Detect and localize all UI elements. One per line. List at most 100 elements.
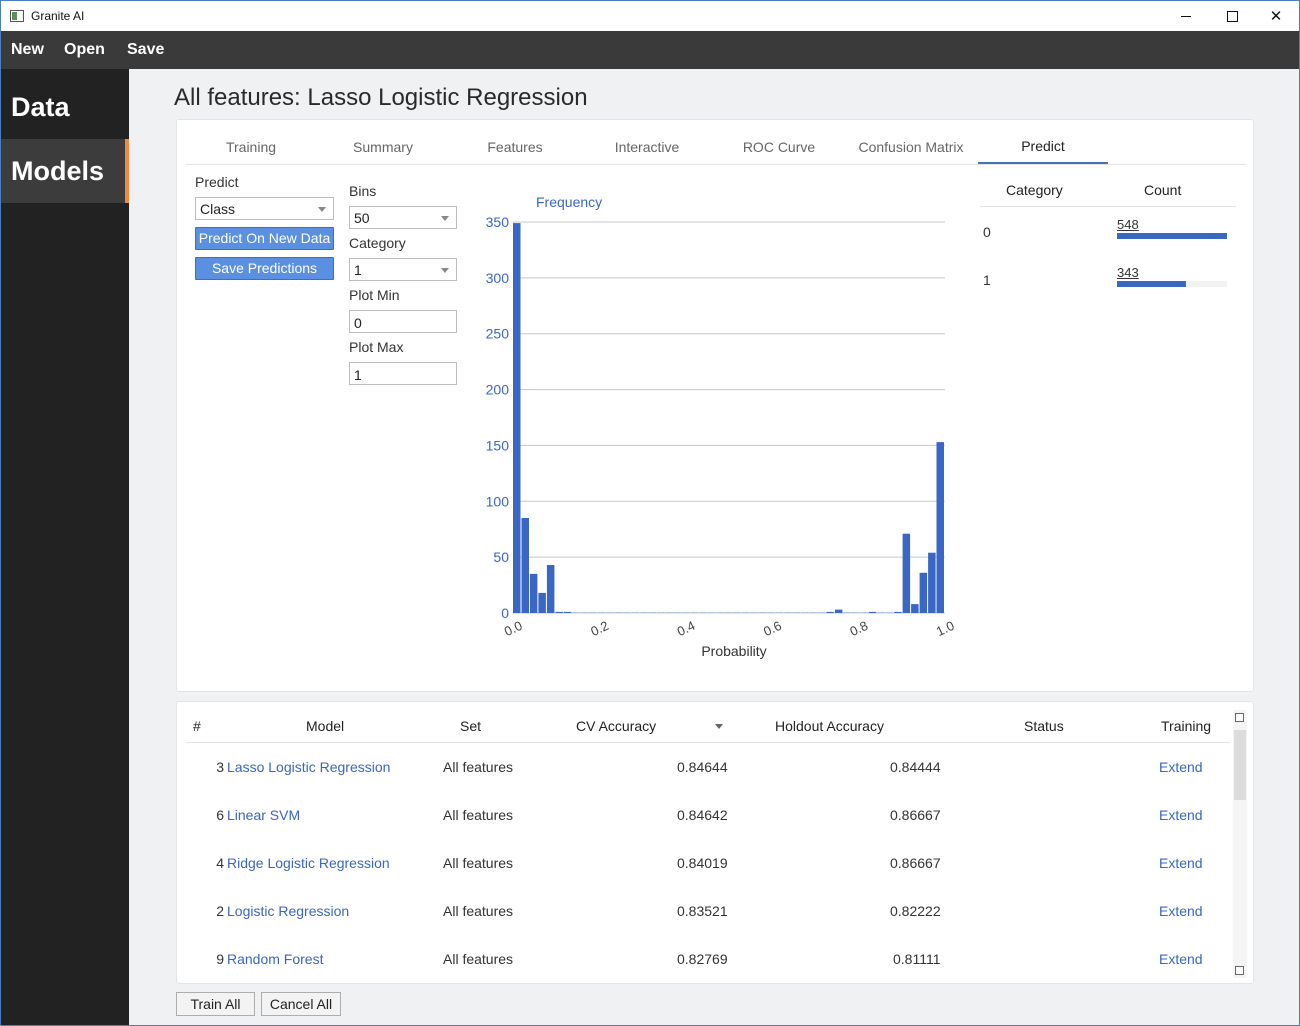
- histogram-bar: [538, 592, 546, 613]
- chart-bars: [513, 223, 944, 613]
- page-title: All features: Lasso Logistic Regression: [174, 84, 588, 111]
- histogram-bar: [733, 612, 741, 613]
- extend-link[interactable]: Extend: [1159, 759, 1203, 775]
- col-header-num[interactable]: #: [193, 718, 201, 734]
- bins-select[interactable]: 50: [349, 206, 457, 229]
- col-header-training[interactable]: Training: [1161, 718, 1211, 734]
- y-tick-label: 250: [486, 326, 510, 342]
- minimize-button[interactable]: [1163, 1, 1209, 31]
- row-holdout-accuracy: 0.84444: [890, 759, 941, 775]
- col-header-holdout-accuracy[interactable]: Holdout Accuracy: [775, 718, 884, 734]
- counts-divider: [980, 206, 1236, 207]
- row-set: All features: [443, 903, 514, 919]
- sidebar-item-data[interactable]: Data: [1, 75, 129, 139]
- plot-max-label: Plot Max: [349, 339, 404, 355]
- row-cv-accuracy: 0.83521: [677, 903, 728, 919]
- histogram-bar: [699, 612, 707, 613]
- histogram-bar: [707, 612, 716, 613]
- category-select[interactable]: 1: [349, 258, 457, 281]
- histogram-bar: [716, 612, 724, 613]
- menu-bar: New Open Save: [1, 31, 1299, 69]
- tab-roc-curve[interactable]: ROC Curve: [714, 139, 844, 155]
- extend-link[interactable]: Extend: [1159, 855, 1203, 871]
- table-row[interactable]: 2 Logistic Regression All features 0.835…: [177, 903, 1231, 951]
- predict-label: Predict: [195, 174, 239, 190]
- model-link[interactable]: Logistic Regression: [227, 903, 349, 919]
- scroll-down-icon[interactable]: [1235, 966, 1244, 975]
- histogram-bar: [580, 612, 589, 613]
- row-cv-accuracy: 0.84644: [677, 759, 728, 775]
- extend-link[interactable]: Extend: [1159, 807, 1203, 823]
- tab-interactive[interactable]: Interactive: [582, 139, 712, 155]
- menu-save[interactable]: Save: [127, 41, 164, 59]
- count-bar-1: [1117, 281, 1227, 287]
- histogram-bar: [572, 612, 580, 613]
- extend-link[interactable]: Extend: [1159, 951, 1203, 967]
- tab-confusion-matrix[interactable]: Confusion Matrix: [846, 139, 976, 155]
- sort-descending-icon[interactable]: [715, 724, 723, 729]
- table-row[interactable]: 3 Lasso Logistic Regression All features…: [177, 759, 1231, 807]
- app-window: Granite AI ✕ New Open Save Data Models A…: [0, 0, 1300, 1026]
- histogram-bar: [606, 612, 614, 613]
- x-tick-label: 0.0: [502, 618, 525, 639]
- col-header-set[interactable]: Set: [460, 718, 481, 734]
- menu-new[interactable]: New: [11, 41, 44, 59]
- close-button[interactable]: ✕: [1253, 1, 1299, 31]
- model-detail-card: Training Summary Features Interactive RO…: [176, 119, 1254, 692]
- table-scrollbar[interactable]: [1233, 710, 1247, 978]
- x-tick-label: 0.2: [588, 618, 611, 639]
- histogram-bar: [860, 612, 868, 613]
- row-set: All features: [443, 855, 514, 871]
- tab-predict[interactable]: Predict: [978, 138, 1108, 154]
- extend-link[interactable]: Extend: [1159, 903, 1203, 919]
- count-value-0: 548: [1117, 217, 1139, 232]
- histogram-bar: [834, 609, 843, 613]
- histogram-bar: [597, 612, 606, 613]
- histogram-bar: [784, 612, 792, 613]
- plot-max-input[interactable]: [349, 362, 457, 385]
- model-link[interactable]: Lasso Logistic Regression: [227, 759, 390, 775]
- sidebar-item-models[interactable]: Models: [1, 139, 129, 203]
- maximize-button[interactable]: [1209, 1, 1255, 31]
- title-bar: Granite AI ✕: [1, 1, 1299, 31]
- histogram-bar: [648, 612, 656, 613]
- close-icon: ✕: [1269, 8, 1283, 25]
- predict-select[interactable]: Class: [195, 197, 334, 220]
- histogram-bar: [902, 533, 911, 613]
- col-header-cv-accuracy[interactable]: CV Accuracy: [576, 718, 656, 734]
- model-link[interactable]: Linear SVM: [227, 807, 300, 823]
- row-holdout-accuracy: 0.82222: [890, 903, 941, 919]
- train-all-button[interactable]: Train All: [176, 992, 255, 1016]
- scrollbar-thumb[interactable]: [1234, 730, 1246, 800]
- row-num: 2: [216, 903, 224, 919]
- col-header-status[interactable]: Status: [1024, 718, 1064, 734]
- active-tab-indicator: [978, 162, 1108, 164]
- model-link[interactable]: Random Forest: [227, 951, 323, 967]
- x-axis-ticks: 0.0 0.2 0.4 0.6 0.8 1.0: [502, 618, 957, 639]
- chevron-down-icon: [441, 216, 449, 221]
- menu-open[interactable]: Open: [64, 41, 105, 59]
- sidebar: Data Models: [1, 69, 129, 1025]
- histogram-bar: [589, 612, 597, 613]
- histogram-bar: [665, 612, 673, 613]
- tab-summary[interactable]: Summary: [318, 139, 448, 155]
- table-row[interactable]: 6 Linear SVM All features 0.84642 0.8666…: [177, 807, 1231, 855]
- model-link[interactable]: Ridge Logistic Regression: [227, 855, 390, 871]
- predict-on-new-data-button[interactable]: Predict On New Data: [195, 227, 334, 250]
- histogram-bar: [851, 612, 860, 613]
- tab-training[interactable]: Training: [186, 139, 316, 155]
- save-predictions-button[interactable]: Save Predictions: [195, 257, 334, 280]
- plot-min-input[interactable]: [349, 310, 457, 333]
- row-cv-accuracy: 0.84019: [677, 855, 728, 871]
- histogram-bar: [673, 612, 682, 613]
- histogram-bar: [868, 611, 877, 613]
- predict-select-value: Class: [200, 201, 236, 217]
- scroll-up-icon[interactable]: [1235, 713, 1244, 722]
- col-header-model[interactable]: Model: [306, 718, 344, 734]
- x-tick-label: 0.6: [761, 618, 784, 639]
- row-set: All features: [443, 807, 514, 823]
- tab-features[interactable]: Features: [450, 139, 580, 155]
- row-cv-accuracy: 0.82769: [677, 951, 728, 967]
- table-row[interactable]: 4 Ridge Logistic Regression All features…: [177, 855, 1231, 903]
- cancel-all-button[interactable]: Cancel All: [261, 992, 341, 1016]
